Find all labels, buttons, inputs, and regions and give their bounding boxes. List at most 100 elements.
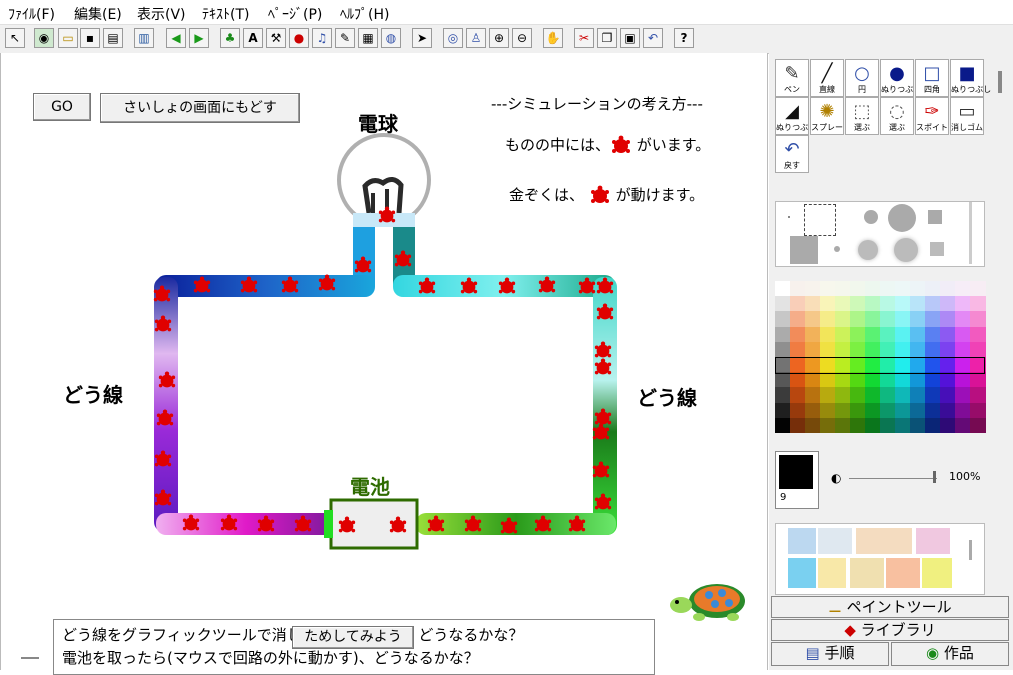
palette-swatch[interactable] — [970, 326, 986, 343]
palette-swatch[interactable] — [955, 402, 971, 419]
undo-icon[interactable]: ↶ — [643, 28, 663, 48]
palette-swatch[interactable] — [865, 372, 881, 388]
paint-tool-0-3[interactable]: ● ぬりつぶし — [880, 59, 921, 97]
palette-swatch[interactable] — [850, 296, 866, 312]
menu-view[interactable]: 表示(V) — [137, 4, 186, 24]
palette-swatch[interactable] — [790, 296, 806, 312]
tools-scrollbar[interactable] — [998, 71, 1002, 93]
palette-swatch[interactable] — [820, 281, 836, 297]
palette-swatch[interactable] — [790, 402, 806, 419]
palette-swatch[interactable] — [790, 372, 806, 388]
palette-swatch[interactable] — [775, 281, 791, 297]
palette-swatch[interactable] — [805, 281, 821, 297]
palette-swatch[interactable] — [970, 341, 986, 358]
palette-swatch[interactable] — [880, 417, 896, 434]
palette-swatch[interactable] — [895, 402, 911, 419]
palette-swatch[interactable] — [790, 326, 806, 343]
palette-swatch[interactable] — [940, 402, 956, 419]
palette-swatch[interactable] — [925, 402, 941, 419]
palette-swatch[interactable] — [805, 402, 821, 419]
menu-page[interactable]: ﾍﾟｰｼﾞ(P) — [268, 4, 322, 24]
zoom-out-icon[interactable]: ⊖ — [512, 28, 532, 48]
palette-swatch[interactable] — [925, 387, 941, 404]
menu-help[interactable]: ﾍﾙﾌﾟ(H) — [340, 4, 389, 24]
palette-swatch[interactable] — [775, 296, 791, 312]
palette-swatch[interactable] — [970, 372, 986, 388]
back-arrow-icon[interactable]: ◀ — [166, 28, 186, 48]
open-folder-icon[interactable]: ▭ — [58, 28, 78, 48]
current-color-swatch[interactable]: 9 — [775, 451, 819, 509]
palette-swatch[interactable] — [790, 341, 806, 358]
palette-swatch[interactable] — [970, 387, 986, 404]
palette-swatch[interactable] — [955, 326, 971, 343]
paint-tool-0-2[interactable]: ○ 円 — [845, 59, 879, 97]
palette-swatch[interactable] — [940, 372, 956, 388]
tab-works[interactable]: ◉ 作品 — [891, 642, 1009, 666]
palette-swatch[interactable] — [955, 417, 971, 434]
palette-swatch[interactable] — [820, 326, 836, 343]
palette-swatch[interactable] — [955, 311, 971, 328]
palette-swatch[interactable] — [850, 417, 866, 434]
palette-swatch[interactable] — [895, 387, 911, 404]
paint-tool-1-0[interactable]: ◢ ぬりつぶし — [775, 97, 816, 135]
palette-swatch[interactable] — [910, 326, 926, 343]
palette-swatch[interactable] — [835, 281, 851, 297]
palette-swatch[interactable] — [940, 296, 956, 312]
forward-arrow-icon[interactable]: ▶ — [189, 28, 209, 48]
palette-swatch[interactable] — [880, 326, 896, 343]
palette-swatch[interactable] — [790, 281, 806, 297]
palette-swatch[interactable] — [970, 296, 986, 312]
try-button[interactable]: ためしてみよう — [292, 626, 414, 649]
palette-swatch[interactable] — [775, 372, 791, 388]
palette-swatch[interactable] — [835, 296, 851, 312]
palette-swatch[interactable] — [865, 311, 881, 328]
palette-swatch[interactable] — [940, 387, 956, 404]
palette-swatch[interactable] — [925, 296, 941, 312]
brush-selector[interactable] — [775, 201, 985, 267]
palette-swatch[interactable] — [865, 387, 881, 404]
eye-icon[interactable]: ◎ — [443, 28, 463, 48]
print-icon[interactable]: ▤ — [103, 28, 123, 48]
copy-icon[interactable]: ❐ — [597, 28, 617, 48]
palette-swatch[interactable] — [805, 417, 821, 434]
paint-tool-0-5[interactable]: ■ ぬりつぶし — [950, 59, 991, 97]
palette-swatch[interactable] — [880, 341, 896, 358]
paint-tool-0-0[interactable]: ✎ ペン — [775, 59, 809, 97]
paint-icon[interactable]: ♣ — [220, 28, 240, 48]
zoom-in-icon[interactable]: ⊕ — [489, 28, 509, 48]
paint-tool-1-3[interactable]: ◌ 選ぶ — [880, 97, 914, 135]
palette-swatch[interactable] — [940, 326, 956, 343]
palette-swatch[interactable] — [880, 402, 896, 419]
palette-swatch[interactable] — [775, 341, 791, 358]
paint-tool-1-2[interactable]: ⬚ 選ぶ — [845, 97, 879, 135]
palette-swatch[interactable] — [835, 387, 851, 404]
palette-swatch[interactable] — [850, 387, 866, 404]
palette-swatch[interactable] — [940, 311, 956, 328]
palette-swatch[interactable] — [805, 311, 821, 328]
palette-swatch[interactable] — [925, 311, 941, 328]
palette-swatch[interactable] — [865, 341, 881, 358]
stamp-icon[interactable]: ♙ — [466, 28, 486, 48]
palette-swatch[interactable] — [910, 281, 926, 297]
palette-swatch[interactable] — [910, 311, 926, 328]
palette-swatch[interactable] — [850, 372, 866, 388]
tool-icon[interactable]: ⚒ — [266, 28, 286, 48]
palette-swatch[interactable] — [850, 311, 866, 328]
palette-swatch[interactable] — [895, 311, 911, 328]
sound-icon[interactable]: ◍ — [381, 28, 401, 48]
palette-swatch[interactable] — [820, 372, 836, 388]
palette-swatch[interactable] — [910, 417, 926, 434]
palette-swatch[interactable] — [850, 326, 866, 343]
palette-swatch[interactable] — [835, 372, 851, 388]
opacity-slider-thumb[interactable] — [933, 471, 936, 483]
palette-swatch[interactable] — [790, 417, 806, 434]
palette-swatch[interactable] — [955, 387, 971, 404]
pointer-icon[interactable]: ➤ — [412, 28, 432, 48]
tab-library[interactable]: ◆ ライブラリ — [771, 619, 1009, 641]
palette-swatch[interactable] — [775, 387, 791, 404]
palette-swatch[interactable] — [895, 341, 911, 358]
palette-swatch[interactable] — [880, 311, 896, 328]
palette-swatch[interactable] — [835, 326, 851, 343]
palette-swatch[interactable] — [820, 341, 836, 358]
paint-tool-1-4[interactable]: ✑ スポイト — [915, 97, 949, 135]
